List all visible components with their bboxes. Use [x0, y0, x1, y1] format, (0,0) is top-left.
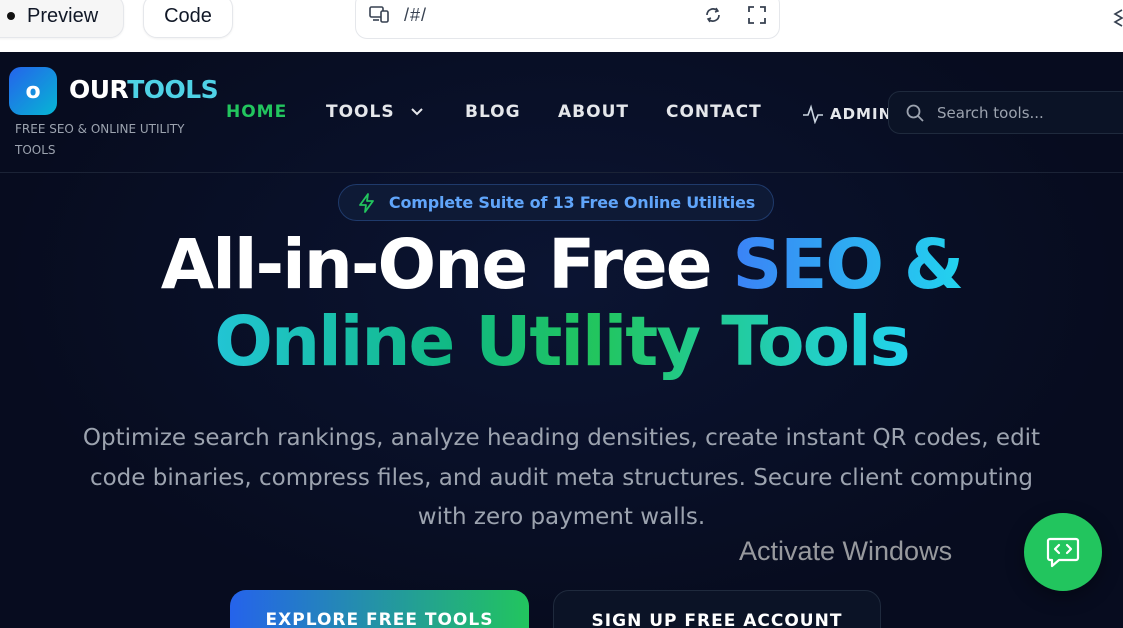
hero-subtitle-line-2: code binaries, compress files, and audit…: [89, 464, 1034, 491]
chevron-down-icon: [410, 108, 423, 116]
bolt-icon: [359, 192, 374, 213]
brand-tagline: FREE SEO & ONLINE UTILITY TOOLS: [15, 122, 185, 157]
website-preview: o OURTOOLS FREE SEO & ONLINE UTILITY TOO…: [0, 52, 1123, 628]
brand-part-our: OUR: [69, 75, 128, 104]
signup-label: SIGN UP FREE ACCOUNT: [591, 611, 843, 628]
nav-about[interactable]: ABOUT: [558, 102, 629, 122]
nav-contact[interactable]: CONTACT: [666, 102, 762, 122]
devices-icon[interactable]: [368, 4, 390, 28]
nav-admin-label: ADMIN: [830, 105, 893, 123]
hero-title-accent: SEO &: [732, 225, 965, 305]
hero-subtitle-line-1: Optimize search rankings, analyze headin…: [82, 425, 1041, 451]
search-input[interactable]: [937, 103, 1117, 122]
link-icon[interactable]: [1113, 8, 1123, 30]
preview-button[interactable]: Preview: [0, 0, 124, 38]
hero-badge-text: Complete Suite of 13 Free Online Utiliti…: [388, 193, 756, 212]
explore-tools-label: EXPLORE FREE TOOLS: [265, 610, 494, 628]
site-navbar: o OURTOOLS FREE SEO & ONLINE UTILITY TOO…: [0, 52, 1123, 173]
hero-title-gradient: Online Utility Tools: [214, 302, 910, 382]
hero-title-white: All-in-One Free: [160, 225, 733, 305]
brand-name[interactable]: OURTOOLS: [69, 75, 219, 104]
code-chat-button[interactable]: [1024, 513, 1102, 591]
search-icon: [906, 104, 924, 122]
fullscreen-icon[interactable]: [747, 5, 767, 29]
hero-title-line-1: All-in-One Free SEO &: [0, 226, 1123, 304]
nav-admin[interactable]: ADMIN: [802, 104, 892, 124]
hero-subtitle: Optimize search rankings, analyze headin…: [50, 419, 1073, 538]
activity-icon: [803, 104, 823, 124]
nav-tools-label: TOOLS: [326, 102, 395, 122]
logo-letter: o: [25, 78, 41, 104]
hero-badge: Complete Suite of 13 Free Online Utiliti…: [338, 184, 774, 221]
activate-windows-watermark: Activate Windows: [739, 536, 953, 566]
active-dot-icon: [7, 12, 15, 20]
hero-subtitle-line-3: with zero payment walls.: [417, 504, 706, 530]
brand-part-tools: TOOLS: [127, 75, 219, 104]
signup-button[interactable]: SIGN UP FREE ACCOUNT: [553, 590, 881, 628]
code-chat-icon: [1046, 537, 1080, 568]
code-button[interactable]: Code: [143, 0, 233, 38]
preview-label: Preview: [27, 4, 99, 27]
code-label: Code: [164, 4, 212, 27]
refresh-icon[interactable]: [703, 5, 723, 29]
url-bar[interactable]: /#/: [355, 0, 780, 39]
search-box[interactable]: [888, 91, 1123, 134]
explore-tools-button[interactable]: EXPLORE FREE TOOLS: [230, 590, 529, 628]
nav-blog[interactable]: BLOG: [465, 102, 521, 122]
url-text: /#/: [404, 5, 428, 25]
nav-home[interactable]: HOME: [226, 102, 287, 122]
hero-title-line-2: Online Utility Tools: [0, 303, 1123, 381]
editor-toolbar: Preview Code /#/: [0, 0, 1123, 52]
nav-tools[interactable]: TOOLS: [326, 102, 424, 122]
logo-mark[interactable]: o: [9, 67, 57, 115]
